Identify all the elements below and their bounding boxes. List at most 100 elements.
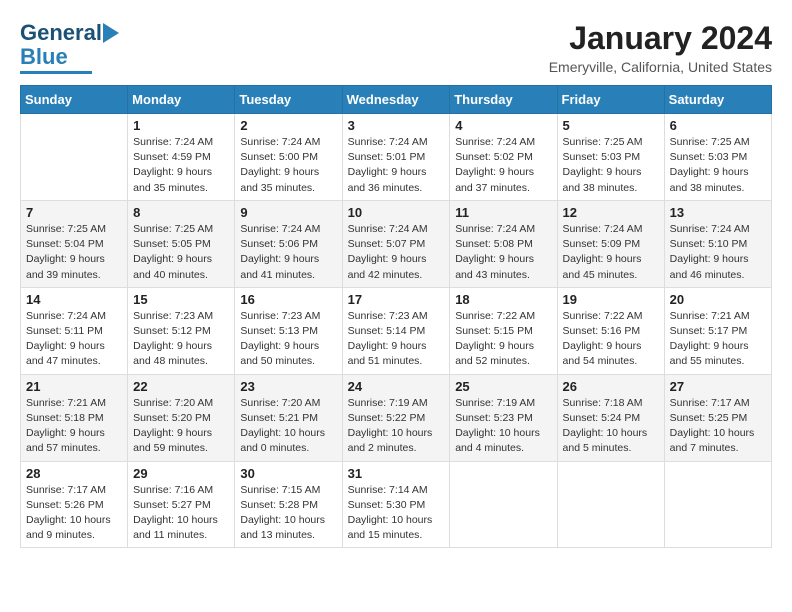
calendar-cell: 18 Sunrise: 7:22 AMSunset: 5:15 PMDayligh… [450, 287, 557, 374]
calendar-cell: 6 Sunrise: 7:25 AMSunset: 5:03 PMDaylight… [664, 114, 771, 201]
calendar-cell: 21 Sunrise: 7:21 AMSunset: 5:18 PMDayligh… [21, 374, 128, 461]
logo-triangle-icon [103, 23, 119, 43]
calendar-cell: 13 Sunrise: 7:24 AMSunset: 5:10 PMDayligh… [664, 200, 771, 287]
day-number: 2 [240, 118, 336, 133]
day-info: Sunrise: 7:24 AMSunset: 5:11 PMDaylight:… [26, 309, 122, 370]
title-block: January 2024 Emeryville, California, Uni… [549, 20, 772, 75]
calendar-cell: 26Sunrise: 7:18 AMSunset: 5:24 PMDayligh… [557, 374, 664, 461]
calendar-cell: 14Sunrise: 7:24 AMSunset: 5:11 PMDayligh… [21, 287, 128, 374]
calendar-cell: 12 Sunrise: 7:24 AMSunset: 5:09 PMDayligh… [557, 200, 664, 287]
day-info: Sunrise: 7:24 AMSunset: 5:09 PMDaylight:… [563, 222, 659, 283]
calendar-cell: 10 Sunrise: 7:24 AMSunset: 5:07 PMDayligh… [342, 200, 450, 287]
day-number: 13 [670, 205, 766, 220]
day-number: 10 [348, 205, 445, 220]
day-number: 20 [670, 292, 766, 307]
calendar-cell: 22 Sunrise: 7:20 AMSunset: 5:20 PMDayligh… [128, 374, 235, 461]
day-number: 19 [563, 292, 659, 307]
day-number: 21 [26, 379, 122, 394]
day-info: Sunrise: 7:19 AMSunset: 5:22 PMDaylight:… [348, 396, 445, 457]
logo-underline [20, 71, 92, 74]
day-number: 16 [240, 292, 336, 307]
day-info: Sunrise: 7:24 AMSunset: 5:08 PMDaylight:… [455, 222, 551, 283]
calendar-cell: 15 Sunrise: 7:23 AMSunset: 5:12 PMDayligh… [128, 287, 235, 374]
calendar-cell: 28 Sunrise: 7:17 AMSunset: 5:26 PMDayligh… [21, 461, 128, 548]
day-info: Sunrise: 7:23 AMSunset: 5:12 PMDaylight:… [133, 309, 229, 370]
day-info: Sunrise: 7:24 AMSunset: 4:59 PMDaylight:… [133, 135, 229, 196]
calendar-cell: 5 Sunrise: 7:25 AMSunset: 5:03 PMDaylight… [557, 114, 664, 201]
day-number: 22 [133, 379, 229, 394]
calendar-cell: 20Sunrise: 7:21 AMSunset: 5:17 PMDayligh… [664, 287, 771, 374]
day-number: 25 [455, 379, 551, 394]
day-info: Sunrise: 7:24 AMSunset: 5:06 PMDaylight:… [240, 222, 336, 283]
day-info: Sunrise: 7:19 AMSunset: 5:23 PMDaylight:… [455, 396, 551, 457]
calendar-cell [21, 114, 128, 201]
day-number: 23 [240, 379, 336, 394]
day-info: Sunrise: 7:24 AMSunset: 5:00 PMDaylight:… [240, 135, 336, 196]
location-text: Emeryville, California, United States [549, 59, 772, 75]
day-info: Sunrise: 7:22 AMSunset: 5:15 PMDaylight:… [455, 309, 551, 370]
day-number: 17 [348, 292, 445, 307]
day-of-week-header: Saturday [664, 86, 771, 114]
calendar-cell: 9 Sunrise: 7:24 AMSunset: 5:06 PMDaylight… [235, 200, 342, 287]
day-number: 15 [133, 292, 229, 307]
calendar-cell: 1 Sunrise: 7:24 AMSunset: 4:59 PMDaylight… [128, 114, 235, 201]
day-of-week-header: Thursday [450, 86, 557, 114]
month-title: January 2024 [549, 20, 772, 57]
logo-general-text: General [20, 20, 102, 46]
day-number: 27 [670, 379, 766, 394]
calendar-cell: 16 Sunrise: 7:23 AMSunset: 5:13 PMDayligh… [235, 287, 342, 374]
day-info: Sunrise: 7:14 AMSunset: 5:30 PMDaylight:… [348, 483, 445, 544]
day-info: Sunrise: 7:20 AMSunset: 5:21 PMDaylight:… [240, 396, 336, 457]
calendar-cell: 2 Sunrise: 7:24 AMSunset: 5:00 PMDaylight… [235, 114, 342, 201]
day-info: Sunrise: 7:23 AMSunset: 5:13 PMDaylight:… [240, 309, 336, 370]
day-info: Sunrise: 7:15 AMSunset: 5:28 PMDaylight:… [240, 483, 336, 544]
day-of-week-header: Friday [557, 86, 664, 114]
day-info: Sunrise: 7:25 AMSunset: 5:03 PMDaylight:… [670, 135, 766, 196]
day-info: Sunrise: 7:16 AMSunset: 5:27 PMDaylight:… [133, 483, 229, 544]
calendar-table: SundayMondayTuesdayWednesdayThursdayFrid… [20, 85, 772, 548]
day-number: 12 [563, 205, 659, 220]
calendar-cell: 4 Sunrise: 7:24 AMSunset: 5:02 PMDaylight… [450, 114, 557, 201]
calendar-cell: 23 Sunrise: 7:20 AMSunset: 5:21 PMDayligh… [235, 374, 342, 461]
calendar-cell: 19Sunrise: 7:22 AMSunset: 5:16 PMDayligh… [557, 287, 664, 374]
calendar-cell: 29 Sunrise: 7:16 AMSunset: 5:27 PMDayligh… [128, 461, 235, 548]
calendar-cell: 11Sunrise: 7:24 AMSunset: 5:08 PMDayligh… [450, 200, 557, 287]
day-number: 9 [240, 205, 336, 220]
day-of-week-header: Wednesday [342, 86, 450, 114]
calendar-cell: 27Sunrise: 7:17 AMSunset: 5:25 PMDayligh… [664, 374, 771, 461]
day-number: 8 [133, 205, 229, 220]
calendar-cell: 24 Sunrise: 7:19 AMSunset: 5:22 PMDayligh… [342, 374, 450, 461]
calendar-cell: 31 Sunrise: 7:14 AMSunset: 5:30 PMDayligh… [342, 461, 450, 548]
day-number: 29 [133, 466, 229, 481]
day-info: Sunrise: 7:21 AMSunset: 5:18 PMDaylight:… [26, 396, 122, 457]
day-of-week-header: Monday [128, 86, 235, 114]
day-number: 28 [26, 466, 122, 481]
day-number: 4 [455, 118, 551, 133]
day-info: Sunrise: 7:17 AMSunset: 5:26 PMDaylight:… [26, 483, 122, 544]
day-info: Sunrise: 7:24 AMSunset: 5:02 PMDaylight:… [455, 135, 551, 196]
day-info: Sunrise: 7:24 AMSunset: 5:10 PMDaylight:… [670, 222, 766, 283]
day-info: Sunrise: 7:23 AMSunset: 5:14 PMDaylight:… [348, 309, 445, 370]
day-info: Sunrise: 7:25 AMSunset: 5:05 PMDaylight:… [133, 222, 229, 283]
day-number: 6 [670, 118, 766, 133]
day-of-week-header: Tuesday [235, 86, 342, 114]
logo: General Blue [20, 20, 119, 74]
day-number: 18 [455, 292, 551, 307]
day-number: 31 [348, 466, 445, 481]
day-number: 26 [563, 379, 659, 394]
day-number: 1 [133, 118, 229, 133]
day-info: Sunrise: 7:24 AMSunset: 5:01 PMDaylight:… [348, 135, 445, 196]
day-info: Sunrise: 7:25 AMSunset: 5:04 PMDaylight:… [26, 222, 122, 283]
day-number: 5 [563, 118, 659, 133]
day-info: Sunrise: 7:20 AMSunset: 5:20 PMDaylight:… [133, 396, 229, 457]
calendar-cell: 7 Sunrise: 7:25 AMSunset: 5:04 PMDaylight… [21, 200, 128, 287]
calendar-cell [557, 461, 664, 548]
calendar-cell: 8 Sunrise: 7:25 AMSunset: 5:05 PMDaylight… [128, 200, 235, 287]
day-info: Sunrise: 7:25 AMSunset: 5:03 PMDaylight:… [563, 135, 659, 196]
day-info: Sunrise: 7:24 AMSunset: 5:07 PMDaylight:… [348, 222, 445, 283]
day-number: 24 [348, 379, 445, 394]
calendar-cell: 30Sunrise: 7:15 AMSunset: 5:28 PMDayligh… [235, 461, 342, 548]
calendar-cell [664, 461, 771, 548]
day-number: 7 [26, 205, 122, 220]
calendar-cell: 25 Sunrise: 7:19 AMSunset: 5:23 PMDayligh… [450, 374, 557, 461]
